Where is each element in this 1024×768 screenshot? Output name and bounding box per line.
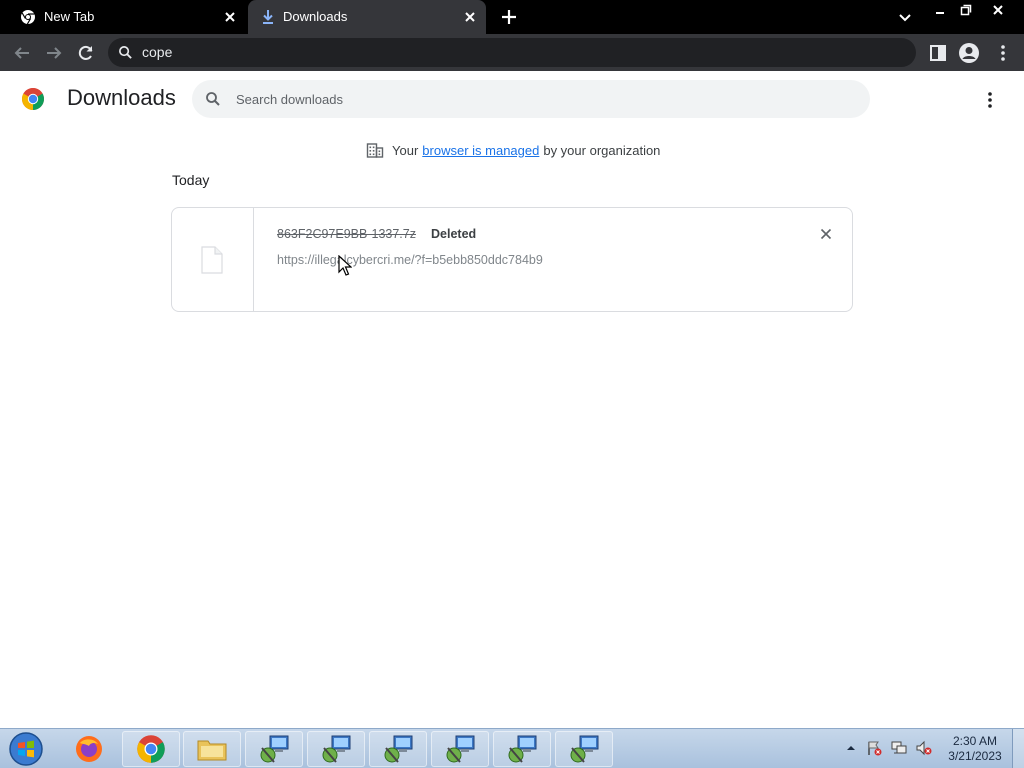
restore-button[interactable] xyxy=(952,0,980,20)
tab-new-tab[interactable]: New Tab xyxy=(0,0,246,34)
chrome-icon xyxy=(21,10,35,25)
windows-taskbar: 2:30 AM 3/21/2023 xyxy=(0,728,1024,768)
managed-notice: Your browser is managed by your organiza… xyxy=(366,140,660,160)
network-computer-icon xyxy=(322,735,351,763)
network-computer-icon xyxy=(260,735,289,763)
search-icon xyxy=(206,92,220,106)
taskbar-network-app-1[interactable] xyxy=(245,731,303,767)
search-downloads-input[interactable] xyxy=(236,89,836,109)
mouse-cursor-icon xyxy=(338,255,352,276)
tab-strip: New Tab Downloads xyxy=(0,0,1024,34)
system-clock[interactable]: 2:30 AM 3/21/2023 xyxy=(940,734,1010,764)
building-icon xyxy=(366,143,384,158)
network-computer-icon xyxy=(570,735,599,763)
download-source-url[interactable]: https://illegalcybercri.me/?f=b5ebb850dd… xyxy=(277,253,543,267)
network-computer-icon xyxy=(384,735,413,763)
file-icon-area xyxy=(172,208,254,311)
kebab-menu-icon[interactable] xyxy=(992,42,1014,64)
taskbar-file-explorer[interactable] xyxy=(183,731,241,767)
chevron-down-icon[interactable] xyxy=(897,9,913,25)
reload-icon[interactable] xyxy=(76,43,96,63)
browser-toolbar: cope xyxy=(0,34,1024,71)
more-actions-icon[interactable] xyxy=(980,90,1000,110)
clock-date: 3/21/2023 xyxy=(948,749,1002,763)
tab-title: New Tab xyxy=(44,9,95,24)
page-title: Downloads xyxy=(67,85,176,110)
taskbar-chrome[interactable] xyxy=(122,731,180,767)
forward-arrow-icon[interactable] xyxy=(44,43,64,63)
show-hidden-icons-icon[interactable] xyxy=(843,740,859,756)
volume-muted-icon[interactable] xyxy=(916,740,932,756)
tab-title: Downloads xyxy=(283,9,348,24)
taskbar-network-app-2[interactable] xyxy=(307,731,365,767)
minimize-button[interactable] xyxy=(926,0,954,20)
clock-time: 2:30 AM xyxy=(952,734,998,748)
remove-from-list-icon[interactable] xyxy=(818,226,834,242)
search-icon xyxy=(119,46,132,59)
start-button-icon[interactable] xyxy=(6,731,46,767)
back-arrow-icon[interactable] xyxy=(12,43,32,63)
action-center-flag-icon[interactable] xyxy=(866,740,882,756)
taskbar-network-app-6[interactable] xyxy=(555,731,613,767)
taskbar-network-app-5[interactable] xyxy=(493,731,551,767)
managed-suffix: by your organization xyxy=(543,142,661,158)
network-status-icon[interactable] xyxy=(891,740,907,756)
download-filename[interactable]: 863F2C97E9BB-1337.7z xyxy=(277,227,416,241)
close-icon xyxy=(993,5,1003,15)
profile-avatar-icon[interactable] xyxy=(958,42,980,64)
file-icon xyxy=(201,246,223,274)
close-tab-icon[interactable] xyxy=(222,9,238,25)
date-section-header: Today xyxy=(172,172,210,188)
firefox-icon xyxy=(76,736,102,762)
chrome-icon xyxy=(137,735,165,763)
chrome-logo-icon xyxy=(22,88,44,110)
close-tab-icon[interactable] xyxy=(462,9,478,25)
search-downloads-box[interactable] xyxy=(192,80,870,118)
side-panel-icon[interactable] xyxy=(927,42,949,64)
downloads-page: Downloads Your browser is managed by you… xyxy=(0,71,1024,728)
folder-icon xyxy=(197,740,227,761)
network-computer-icon xyxy=(446,735,475,763)
download-status: Deleted xyxy=(431,227,477,241)
close-window-button[interactable] xyxy=(982,0,1014,20)
show-desktop-button[interactable] xyxy=(1012,729,1024,768)
address-bar-text: cope xyxy=(142,44,173,60)
address-bar[interactable]: cope xyxy=(108,38,916,67)
network-computer-icon xyxy=(508,735,537,763)
download-item: 863F2C97E9BB-1337.7z Deleted https://ill… xyxy=(171,207,853,312)
taskbar-firefox[interactable] xyxy=(60,731,118,767)
tab-downloads[interactable]: Downloads xyxy=(248,0,486,34)
restore-icon xyxy=(960,4,972,16)
taskbar-network-app-3[interactable] xyxy=(369,731,427,767)
taskbar-network-app-4[interactable] xyxy=(431,731,489,767)
managed-prefix: Your xyxy=(392,142,419,158)
browser-managed-link[interactable]: browser is managed xyxy=(422,143,539,158)
download-icon xyxy=(263,10,273,24)
minimize-icon xyxy=(936,12,944,14)
new-tab-icon[interactable] xyxy=(500,8,518,26)
